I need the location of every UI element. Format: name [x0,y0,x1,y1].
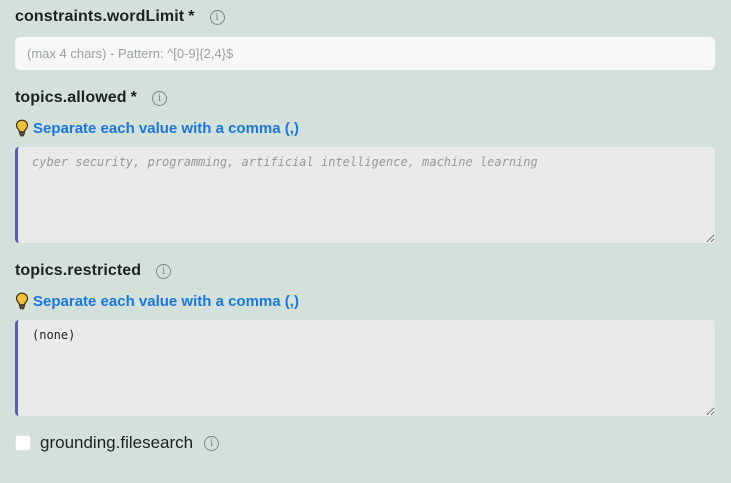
info-icon[interactable]: i [209,9,225,25]
info-icon[interactable]: i [204,435,220,451]
lightbulb-icon [15,119,29,137]
grounding-filesearch-checkbox[interactable] [15,435,31,451]
topics-restricted-textarea[interactable] [15,320,715,416]
form-panel: constraints.wordLimit * i topics.allowed… [0,0,731,483]
info-icon[interactable]: i [151,90,167,106]
grounding-filesearch-row: grounding.filesearch i [15,433,220,453]
topics-allowed-label: topics.allowed * i [15,89,167,107]
required-asterisk: * [130,89,137,106]
topics-allowed-label-text: topics.allowed [15,89,127,106]
word-limit-label: constraints.wordLimit * i [15,8,225,26]
topics-allowed-textarea[interactable] [15,147,715,243]
hint-text: Separate each value with a comma (,) [33,292,299,310]
lightbulb-icon [15,292,29,310]
topics-allowed-hint: Separate each value with a comma (,) [15,119,299,137]
word-limit-label-text: constraints.wordLimit [15,8,185,25]
grounding-filesearch-label[interactable]: grounding.filesearch [40,433,193,453]
topics-restricted-label-text: topics.restricted [15,262,142,279]
info-icon[interactable]: i [156,263,172,279]
topics-restricted-hint: Separate each value with a comma (,) [15,292,299,310]
hint-text: Separate each value with a comma (,) [33,119,299,137]
required-asterisk: * [188,8,195,25]
word-limit-input[interactable] [15,37,715,70]
topics-restricted-label: topics.restricted i [15,262,172,280]
